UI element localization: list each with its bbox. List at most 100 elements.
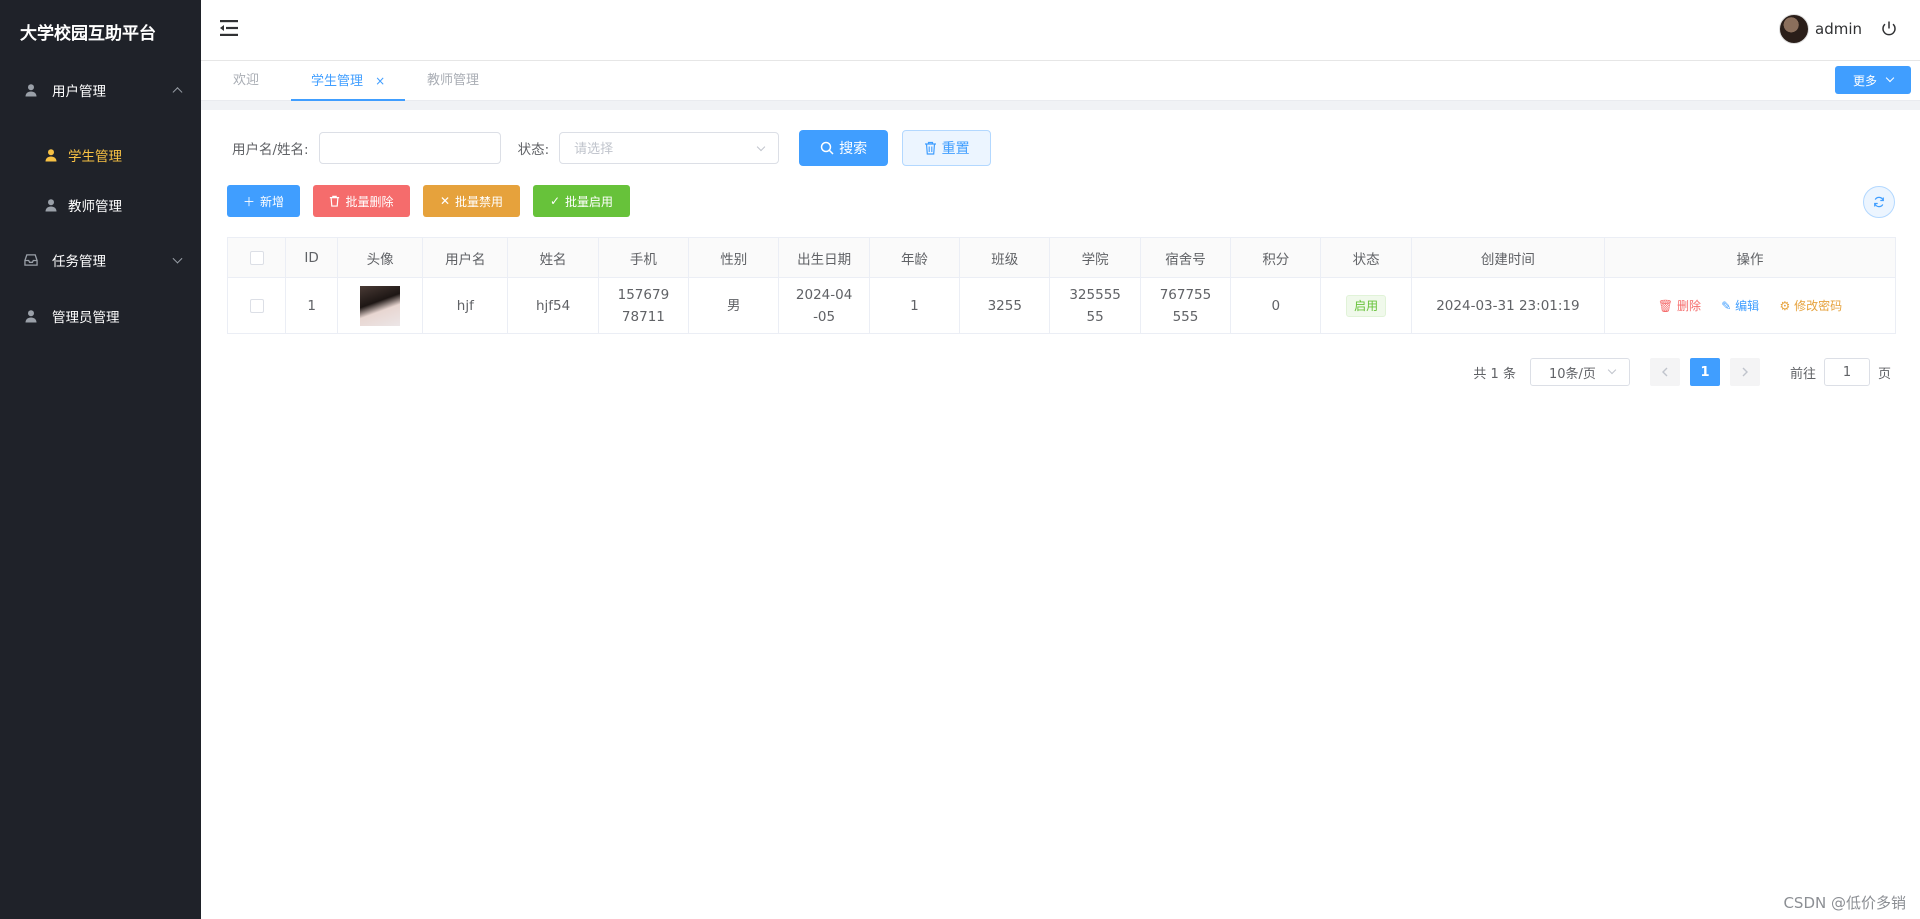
prev-page-button[interactable] xyxy=(1649,358,1680,386)
edit-icon: ✎ xyxy=(1721,298,1736,313)
reset-button[interactable]: 重置 xyxy=(902,129,992,166)
college-line-1: 325555 xyxy=(1069,286,1121,303)
goto-prefix: 前往 xyxy=(1789,366,1816,382)
select-all-checkbox[interactable] xyxy=(249,250,264,265)
brand-title: 大学校园互助平台 xyxy=(20,23,156,44)
chevron-down-icon xyxy=(1885,73,1895,83)
tab-welcome[interactable]: 欢迎 xyxy=(233,61,259,101)
sidebar-item-task-management[interactable]: 任务管理 xyxy=(0,232,201,288)
batch-enable-label: 批量启用 xyxy=(565,194,614,209)
avatar[interactable] xyxy=(1779,14,1809,44)
tabs-bar: 欢迎 学生管理 × 教师管理 更多 xyxy=(201,61,1920,101)
power-icon[interactable] xyxy=(1880,20,1898,38)
name-input[interactable] xyxy=(318,131,501,164)
page-size-select[interactable]: 10条/页 xyxy=(1529,358,1630,386)
cell-phone: 157679 78711 xyxy=(597,277,690,334)
status-placeholder: 请选择 xyxy=(574,142,614,157)
page-number-current[interactable]: 1 xyxy=(1689,358,1720,386)
column-header: ID xyxy=(285,237,339,278)
app-root: 大学校园互助平台 用户管理 学生管理 教师管理 任务管理 管理员管理 admin… xyxy=(0,0,1920,919)
check-icon: ✓ xyxy=(549,194,561,208)
tab-teacher-management[interactable]: 教师管理 xyxy=(427,61,479,101)
cell-gender: 男 xyxy=(688,277,780,334)
cell-name: hjf54 xyxy=(507,277,599,334)
sidebar-item-label: 用户管理 xyxy=(52,84,106,100)
action-toolbar: ＋ 新增 批量删除 ✕ 批量禁用 ✓ 批量启用 xyxy=(227,185,643,217)
status-label: 状态: xyxy=(517,141,550,158)
tab-student-management[interactable]: 学生管理 × xyxy=(291,61,406,101)
more-label: 更多 xyxy=(1852,73,1877,88)
cell-avatar xyxy=(337,277,424,334)
sidebar-item-admin-management[interactable]: 管理员管理 xyxy=(0,288,201,344)
edit-label: 编辑 xyxy=(1735,298,1760,313)
edit-link[interactable]: ✎ 编辑 xyxy=(1721,299,1759,313)
search-button[interactable]: 搜索 xyxy=(799,129,889,166)
trash-icon xyxy=(924,141,936,155)
user-icon xyxy=(44,148,58,162)
pagination: 共 1 条 10条/页 1 前往 1 页 xyxy=(1473,358,1891,386)
sidebar-item-label: 任务管理 xyxy=(52,254,106,270)
column-header: 年龄 xyxy=(868,237,961,278)
user-icon xyxy=(24,83,38,97)
change-password-link[interactable]: ⚙ 修改密码 xyxy=(1779,299,1842,313)
sidebar-item-label: 学生管理 xyxy=(68,149,122,165)
column-header: 班级 xyxy=(959,237,1051,278)
chevron-up-icon xyxy=(172,87,183,98)
more-button[interactable]: 更多 xyxy=(1835,66,1911,94)
column-header: 学院 xyxy=(1049,237,1141,278)
goto-page-input[interactable]: 1 xyxy=(1823,358,1870,386)
user-name[interactable]: admin xyxy=(1815,20,1862,38)
close-icon: ✕ xyxy=(439,194,451,208)
user-icon xyxy=(24,309,38,323)
search-form: 用户名/姓名: 状态: 请选择 搜索 重置 xyxy=(232,129,992,166)
sidebar: 大学校园互助平台 用户管理 学生管理 教师管理 任务管理 管理员管理 xyxy=(0,0,201,919)
reset-button-label: 重置 xyxy=(941,140,970,157)
user-area: admin xyxy=(1779,14,1898,44)
chevron-down-icon xyxy=(172,253,183,264)
birth-line-2: -05 xyxy=(813,308,836,325)
phone-line-1: 157679 xyxy=(617,286,670,303)
close-icon[interactable]: × xyxy=(375,74,385,88)
phone-line-2: 78711 xyxy=(621,308,665,325)
tab-label: 教师管理 xyxy=(427,73,480,88)
cell-status: 启用 xyxy=(1320,277,1412,334)
chevron-right-icon xyxy=(1742,367,1748,377)
dorm-line-2: 555 xyxy=(1172,308,1199,325)
column-header: 性别 xyxy=(688,237,780,278)
cell-age: 1 xyxy=(868,277,961,334)
name-label: 用户名/姓名: xyxy=(232,141,309,158)
cell-username: hjf xyxy=(422,277,509,334)
add-button[interactable]: ＋ 新增 xyxy=(227,185,300,217)
trash-icon: 🗑 xyxy=(1657,298,1677,313)
status-badge: 启用 xyxy=(1346,294,1387,317)
sidebar-item-user-management[interactable]: 用户管理 xyxy=(0,62,201,118)
sidebar-item-student-management[interactable]: 学生管理 xyxy=(0,130,201,180)
change-password-label: 修改密码 xyxy=(1794,298,1843,313)
cell-dorm: 767755 555 xyxy=(1139,277,1232,334)
dorm-line-1: 767755 xyxy=(1159,286,1212,303)
chevron-down-icon xyxy=(756,142,766,151)
column-header: 姓名 xyxy=(507,237,599,278)
tab-label: 欢迎 xyxy=(233,73,260,88)
cell-class: 3255 xyxy=(959,277,1051,334)
submenu-user-management: 学生管理 教师管理 xyxy=(0,118,201,232)
inbox-icon xyxy=(24,253,38,267)
sidebar-item-label: 教师管理 xyxy=(68,199,122,215)
next-page-button[interactable] xyxy=(1729,358,1760,386)
student-table: ID 头像 用户名 姓名 手机 性别 出生日期 年龄 班级 学院 宿舍号 积分 … xyxy=(226,237,1896,334)
batch-disable-button[interactable]: ✕ 批量禁用 xyxy=(423,185,520,217)
status-select[interactable]: 请选择 xyxy=(559,131,780,164)
add-button-label: 新增 xyxy=(260,194,285,209)
main-content: 用户名/姓名: 状态: 请选择 搜索 重置 ＋ 新增 批量删除 ✕ 批量禁用 ✓… xyxy=(201,110,1920,919)
column-header: 头像 xyxy=(337,237,424,278)
row-checkbox[interactable] xyxy=(249,298,264,313)
menu-toggle-icon[interactable] xyxy=(219,18,239,38)
refresh-button[interactable] xyxy=(1863,186,1895,218)
column-header: 用户名 xyxy=(422,237,509,278)
sidebar-item-teacher-management[interactable]: 教师管理 xyxy=(0,180,201,230)
batch-enable-button[interactable]: ✓ 批量启用 xyxy=(533,185,630,217)
column-header: 创建时间 xyxy=(1410,237,1606,278)
batch-delete-button[interactable]: 批量删除 xyxy=(313,185,410,217)
delete-link[interactable]: 🗑 删除 xyxy=(1658,299,1701,313)
sidebar-item-label: 管理员管理 xyxy=(52,310,120,326)
